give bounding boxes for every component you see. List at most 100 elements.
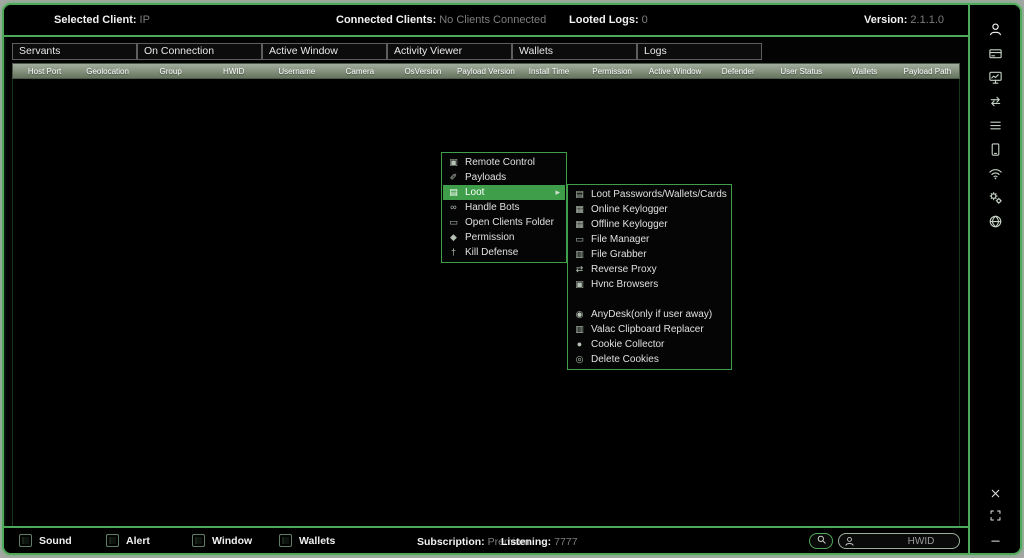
- menu-item-label: Offline Keylogger: [591, 219, 668, 230]
- checkbox-label: Sound: [39, 535, 72, 547]
- payloads-icon: ✐: [448, 173, 459, 182]
- sidebar-tool-sync-icon[interactable]: [982, 89, 1008, 113]
- listening-label: Listening:: [501, 536, 551, 548]
- menu-item-label: Open Clients Folder: [465, 217, 554, 228]
- sidebar-tool-user-icon[interactable]: [982, 17, 1008, 41]
- menu-item-online-keylogger[interactable]: ▦Online Keylogger: [569, 202, 730, 217]
- column-header-active-window[interactable]: Active Window: [644, 64, 707, 78]
- sidebar-tools: [982, 17, 1008, 233]
- menu-item-remote-control[interactable]: ▣Remote Control: [443, 155, 565, 170]
- connected-clients-info: Connected Clients:No Clients Connected: [336, 14, 546, 26]
- loot-submenu: ▤ Loot Passwords/Wallets/Cards ▦Online Key…: [567, 184, 732, 370]
- menu-item-payloads[interactable]: ✐Payloads: [443, 170, 565, 185]
- window-checkbox[interactable]: [192, 534, 205, 547]
- card-glyph-icon: ▤: [574, 190, 585, 199]
- menu-item-valac-clipboard-replacer[interactable]: ▥ Valac Clipboard Replacer: [569, 322, 730, 337]
- column-header-hwid[interactable]: HWID: [202, 64, 265, 78]
- tab-wallets[interactable]: Wallets: [512, 43, 637, 60]
- column-header-payload-path[interactable]: Payload Path: [896, 64, 959, 78]
- icon-sidebar: [970, 5, 1020, 553]
- alert-checkbox[interactable]: [106, 534, 119, 547]
- menu-item-label: Valac Clipboard Replacer: [591, 324, 704, 335]
- sound-checkbox[interactable]: [19, 534, 32, 547]
- browser-icon: ▣: [574, 280, 585, 289]
- loot-icon: ▤: [448, 188, 459, 197]
- minimize-button[interactable]: [986, 530, 1004, 545]
- toggle-wallets: Wallets: [279, 534, 335, 547]
- maximize-icon: [989, 509, 1002, 522]
- top-status-bar: Selected Client:IP Connected Clients:No …: [4, 5, 968, 37]
- menu-item-loot-passwords-wallets-cards[interactable]: ▤ Loot Passwords/Wallets/Cards: [569, 187, 730, 202]
- column-header-user-status[interactable]: User Status: [770, 64, 833, 78]
- app-window: Selected Client:IP Connected Clients:No …: [2, 3, 1022, 555]
- tab-on-connection[interactable]: On Connection: [137, 43, 262, 60]
- user-avatar-icon: [844, 536, 855, 547]
- column-header-payload-version[interactable]: Payload Version: [454, 64, 517, 78]
- hwid-search-pill[interactable]: [838, 533, 960, 549]
- tab-logs[interactable]: Logs: [637, 43, 762, 60]
- wallets-checkbox[interactable]: [279, 534, 292, 547]
- column-header-osversion[interactable]: OsVersion: [391, 64, 454, 78]
- version-label: Version:: [864, 14, 907, 26]
- tab-activity-viewer[interactable]: Activity Viewer: [387, 43, 512, 60]
- content-area: ServantsOn ConnectionActive WindowActivi…: [4, 37, 968, 526]
- close-button[interactable]: [986, 486, 1004, 501]
- menu-item-open-clients-folder[interactable]: ▭ Open Clients Folder: [443, 215, 565, 230]
- menu-item-delete-cookies[interactable]: ◎Delete Cookies: [569, 352, 730, 367]
- menu-item-anydesk-only-if-user-away[interactable]: ◉AnyDesk(only if user away): [569, 307, 730, 322]
- menu-item-label: Loot Passwords/Wallets/Cards: [591, 189, 727, 200]
- menu-item-kill-defense[interactable]: †Kill Defense: [443, 245, 565, 260]
- menu-item-file-manager[interactable]: ▭File Manager: [569, 232, 730, 247]
- cookie-icon: ●: [574, 340, 585, 349]
- clipboard-icon: ▥: [574, 325, 585, 334]
- column-header-geolocation[interactable]: Geolocation: [76, 64, 139, 78]
- search-button[interactable]: [809, 533, 833, 549]
- sidebar-tool-gears-icon[interactable]: [982, 185, 1008, 209]
- version-info: Version:2.1.1.0: [864, 14, 944, 26]
- listening-info: Listening:7777: [501, 536, 578, 548]
- column-header-username[interactable]: Username: [265, 64, 328, 78]
- menu-item-reverse-proxy[interactable]: ⇄Reverse Proxy: [569, 262, 730, 277]
- selected-client-label: Selected Client:: [54, 14, 137, 26]
- menu-item-label: Cookie Collector: [591, 339, 664, 350]
- column-header-group[interactable]: Group: [139, 64, 202, 78]
- search-area: [809, 533, 960, 549]
- window-controls: [986, 486, 1004, 545]
- column-header-camera[interactable]: Camera: [328, 64, 391, 78]
- sidebar-tool-wifi-icon[interactable]: [982, 161, 1008, 185]
- clients-table-body[interactable]: [12, 79, 960, 526]
- sidebar-tool-monitor-icon[interactable]: [982, 65, 1008, 89]
- tab-active-window[interactable]: Active Window: [262, 43, 387, 60]
- column-header-defender[interactable]: Defender: [707, 64, 770, 78]
- menu-item-permission[interactable]: ◆Permission: [443, 230, 565, 245]
- tab-servants[interactable]: Servants: [12, 43, 137, 60]
- menu-item-offline-keylogger[interactable]: ▦Offline Keylogger: [569, 217, 730, 232]
- checkbox-label: Alert: [126, 535, 150, 547]
- sidebar-tool-list-icon[interactable]: [982, 113, 1008, 137]
- tab-bar: ServantsOn ConnectionActive WindowActivi…: [12, 43, 960, 60]
- menu-item-loot[interactable]: ▤Loot▸: [443, 185, 565, 200]
- column-header-install-time[interactable]: Install Time: [518, 64, 581, 78]
- menu-item-label: AnyDesk(only if user away): [591, 309, 712, 320]
- file-icon: ▥: [574, 250, 585, 259]
- menu-item-handle-bots[interactable]: ∞Handle Bots: [443, 200, 565, 215]
- maximize-button[interactable]: [986, 508, 1004, 523]
- menu-item-cookie-collector[interactable]: ● Cookie Collector: [569, 337, 730, 352]
- menu-item-hvnc-browsers[interactable]: ▣Hvnc Browsers: [569, 277, 730, 292]
- listening-value: 7777: [554, 536, 577, 548]
- menu-item-file-grabber[interactable]: ▥File Grabber: [569, 247, 730, 262]
- hwid-search-input[interactable]: [855, 536, 987, 547]
- column-header-wallets[interactable]: Wallets: [833, 64, 896, 78]
- sidebar-tool-network-icon[interactable]: [982, 209, 1008, 233]
- main-column: Selected Client:IP Connected Clients:No …: [4, 5, 970, 553]
- sidebar-tool-card-icon[interactable]: [982, 41, 1008, 65]
- connected-clients-label: Connected Clients:: [336, 14, 436, 26]
- column-header-permission[interactable]: Permission: [581, 64, 644, 78]
- folder-icon: ▭: [448, 218, 459, 227]
- selected-client-info: Selected Client:IP: [54, 14, 150, 26]
- column-header-host-port[interactable]: Host Port: [13, 64, 76, 78]
- cookie-delete-icon: ◎: [574, 355, 585, 364]
- menu-item-label: Remote Control: [465, 157, 535, 168]
- sidebar-tool-device-icon[interactable]: [982, 137, 1008, 161]
- checkbox-label: Window: [212, 535, 252, 547]
